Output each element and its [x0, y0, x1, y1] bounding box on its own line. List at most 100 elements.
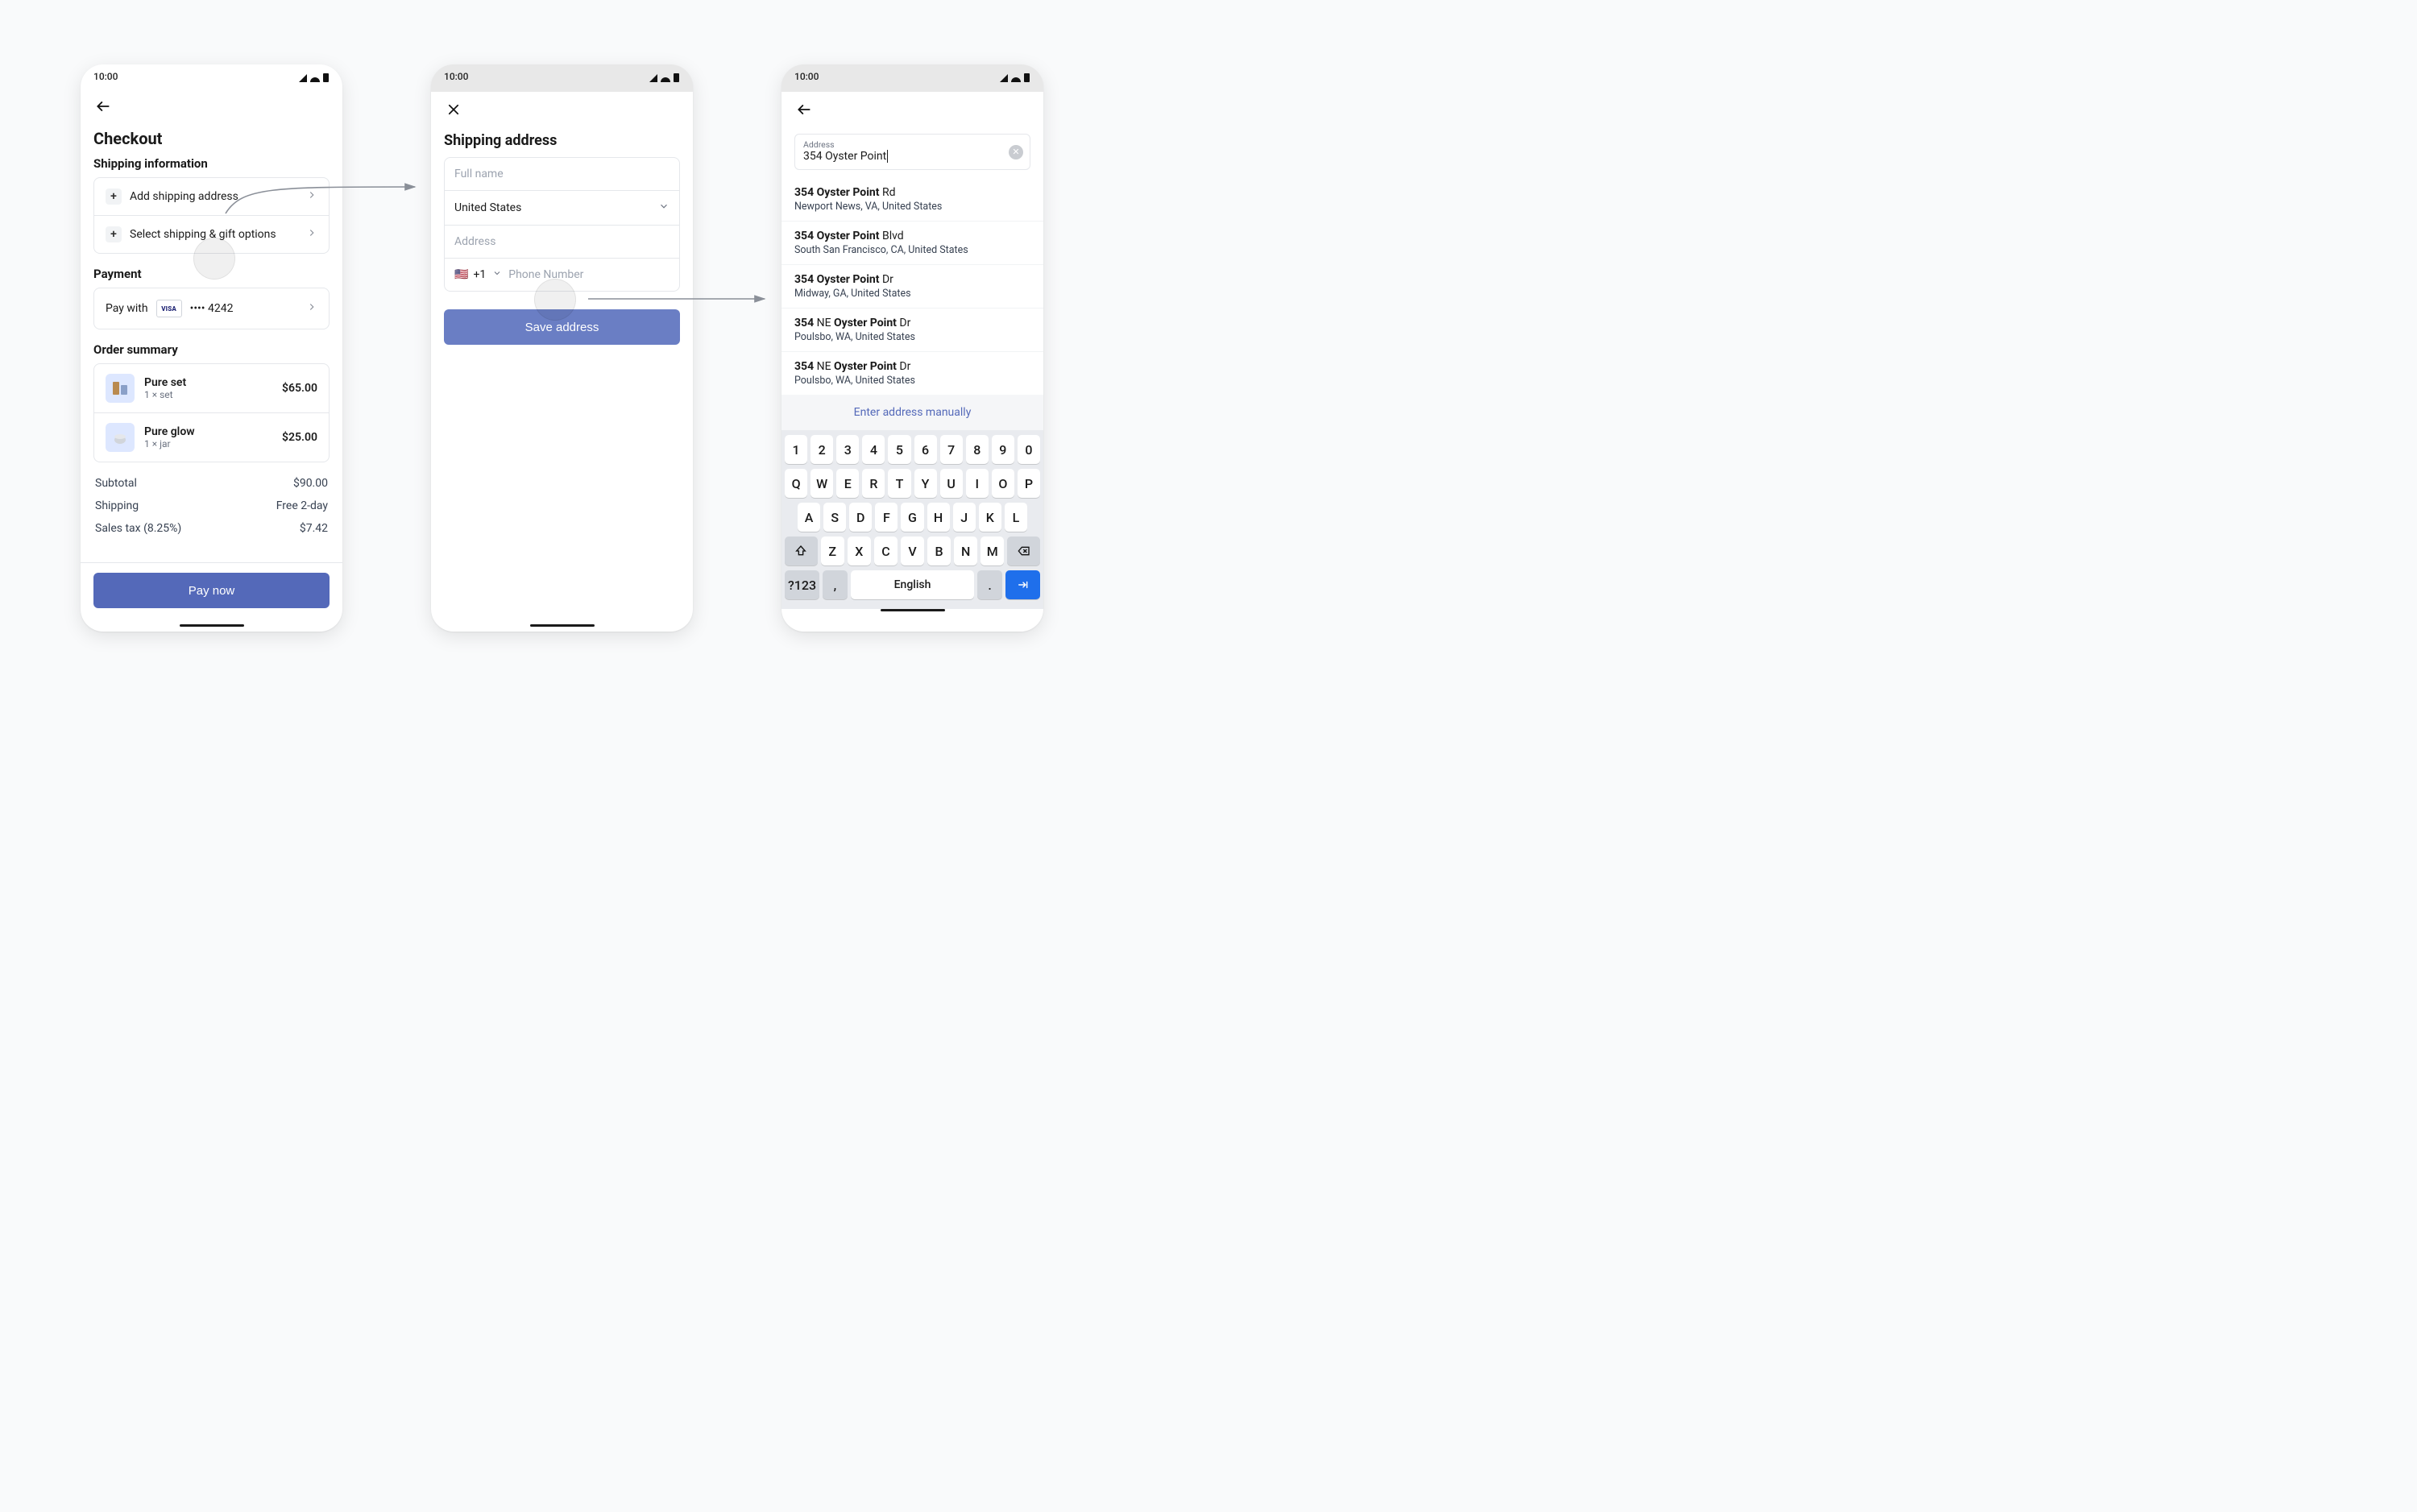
- key-Q[interactable]: Q: [785, 469, 807, 498]
- row-label: Add shipping address: [130, 190, 298, 203]
- add-shipping-address-row[interactable]: + Add shipping address: [94, 178, 329, 215]
- address-suggestion[interactable]: 354 Oyster Point BlvdSouth San Francisco…: [781, 221, 1043, 264]
- enter-manually-link[interactable]: Enter address manually: [781, 395, 1043, 430]
- key-V[interactable]: V: [901, 536, 924, 565]
- footer: Pay now: [81, 562, 342, 621]
- key-6[interactable]: 6: [914, 435, 937, 464]
- payment-section-title: Payment: [93, 267, 330, 281]
- phone-field[interactable]: 🇺🇸 +1 Phone Number: [445, 258, 679, 291]
- payment-method-row[interactable]: Pay with VISA •••• 4242: [94, 288, 329, 329]
- pay-now-button[interactable]: Pay now: [93, 573, 330, 608]
- status-bar: 10:00: [781, 64, 1043, 89]
- key-D[interactable]: D: [849, 503, 872, 532]
- key-A[interactable]: A: [798, 503, 820, 532]
- payment-card: Pay with VISA •••• 4242: [93, 288, 330, 329]
- key-I[interactable]: I: [966, 469, 989, 498]
- order-item: Pure glow 1 × jar $25.00: [94, 412, 329, 462]
- key-K[interactable]: K: [979, 503, 1001, 532]
- backspace-key[interactable]: [1007, 536, 1040, 565]
- select-shipping-options-row[interactable]: + Select shipping & gift options: [94, 215, 329, 253]
- address-suggestion[interactable]: 354 NE Oyster Point DrPoulsbo, WA, Unite…: [781, 308, 1043, 351]
- period-key[interactable]: .: [977, 570, 1002, 599]
- suggestion-list: 354 Oyster Point RdNewport News, VA, Uni…: [781, 178, 1043, 395]
- shipping-card: + Add shipping address + Select shipping…: [93, 177, 330, 254]
- key-T[interactable]: T: [888, 469, 910, 498]
- key-S[interactable]: S: [823, 503, 846, 532]
- back-icon[interactable]: [794, 100, 814, 119]
- key-E[interactable]: E: [836, 469, 859, 498]
- key-7[interactable]: 7: [940, 435, 963, 464]
- key-8[interactable]: 8: [966, 435, 989, 464]
- search-input-value: 354 Oyster Point: [803, 150, 886, 163]
- key-Y[interactable]: Y: [914, 469, 937, 498]
- space-key[interactable]: English: [851, 570, 975, 599]
- app-bar: [431, 92, 693, 127]
- field-label: Address: [803, 139, 1022, 150]
- shipping-label: Shipping: [95, 499, 139, 512]
- key-0[interactable]: 0: [1018, 435, 1040, 464]
- phone-address-autocomplete: 10:00 Address 354 Oyster Point ✕: [781, 64, 1043, 632]
- key-U[interactable]: U: [940, 469, 963, 498]
- status-bar: 10:00: [431, 64, 693, 89]
- row-label: Select shipping & gift options: [130, 228, 298, 241]
- address-search-field[interactable]: Address 354 Oyster Point ✕: [794, 134, 1030, 170]
- product-name: Pure set: [144, 376, 186, 389]
- address-suggestion[interactable]: 354 NE Oyster Point DrPoulsbo, WA, Unite…: [781, 351, 1043, 395]
- clear-icon[interactable]: ✕: [1009, 145, 1023, 159]
- android-nav-handle: [530, 624, 595, 627]
- app-bar: [781, 92, 1043, 127]
- pay-with-label: Pay with: [106, 302, 148, 315]
- key-X[interactable]: X: [848, 536, 871, 565]
- key-P[interactable]: P: [1018, 469, 1040, 498]
- subtotal-label: Subtotal: [95, 477, 137, 490]
- phone-shipping-address: 10:00 Shipping address Full name: [431, 64, 693, 632]
- key-O[interactable]: O: [992, 469, 1014, 498]
- selected-country: United States: [454, 201, 658, 214]
- product-thumbnail: [106, 423, 135, 452]
- key-M[interactable]: M: [980, 536, 1004, 565]
- enter-key[interactable]: [1005, 570, 1040, 599]
- tax-label: Sales tax (8.25%): [95, 522, 181, 535]
- shipping-value: Free 2-day: [276, 499, 328, 512]
- address-field[interactable]: Address: [445, 225, 679, 258]
- status-time: 10:00: [444, 71, 468, 82]
- placeholder: Phone Number: [508, 268, 583, 281]
- key-G[interactable]: G: [901, 503, 923, 532]
- mode-key[interactable]: ?123: [785, 570, 819, 599]
- key-H[interactable]: H: [927, 503, 950, 532]
- save-address-button[interactable]: Save address: [444, 309, 680, 345]
- key-Z[interactable]: Z: [821, 536, 844, 565]
- status-bar: 10:00: [81, 64, 342, 89]
- address-form: Full name United States Address 🇺🇸 +1: [444, 157, 680, 292]
- key-F[interactable]: F: [875, 503, 898, 532]
- key-B[interactable]: B: [927, 536, 951, 565]
- comma-key[interactable]: ,: [823, 570, 848, 599]
- key-4[interactable]: 4: [862, 435, 885, 464]
- android-nav-handle: [180, 624, 244, 627]
- order-item: Pure set 1 × set $65.00: [94, 364, 329, 412]
- key-W[interactable]: W: [811, 469, 833, 498]
- key-2[interactable]: 2: [811, 435, 833, 464]
- full-name-field[interactable]: Full name: [445, 158, 679, 190]
- key-9[interactable]: 9: [992, 435, 1014, 464]
- key-N[interactable]: N: [954, 536, 977, 565]
- checkout-body: Checkout Shipping information + Add ship…: [81, 124, 342, 540]
- country-select[interactable]: United States: [445, 190, 679, 225]
- key-L[interactable]: L: [1005, 503, 1027, 532]
- chevron-right-icon: [306, 301, 317, 316]
- close-icon[interactable]: [444, 100, 463, 119]
- key-J[interactable]: J: [953, 503, 976, 532]
- key-R[interactable]: R: [862, 469, 885, 498]
- key-1[interactable]: 1: [785, 435, 807, 464]
- shipping-section-title: Shipping information: [93, 156, 330, 171]
- key-C[interactable]: C: [874, 536, 898, 565]
- text-caret: [887, 150, 888, 163]
- back-icon[interactable]: [93, 97, 113, 116]
- key-3[interactable]: 3: [836, 435, 859, 464]
- address-suggestion[interactable]: 354 Oyster Point RdNewport News, VA, Uni…: [781, 178, 1043, 221]
- shift-key[interactable]: [785, 536, 818, 565]
- chevron-down-icon: [492, 268, 502, 281]
- address-suggestion[interactable]: 354 Oyster Point DrMidway, GA, United St…: [781, 264, 1043, 308]
- tax-value: $7.42: [300, 522, 328, 535]
- key-5[interactable]: 5: [888, 435, 910, 464]
